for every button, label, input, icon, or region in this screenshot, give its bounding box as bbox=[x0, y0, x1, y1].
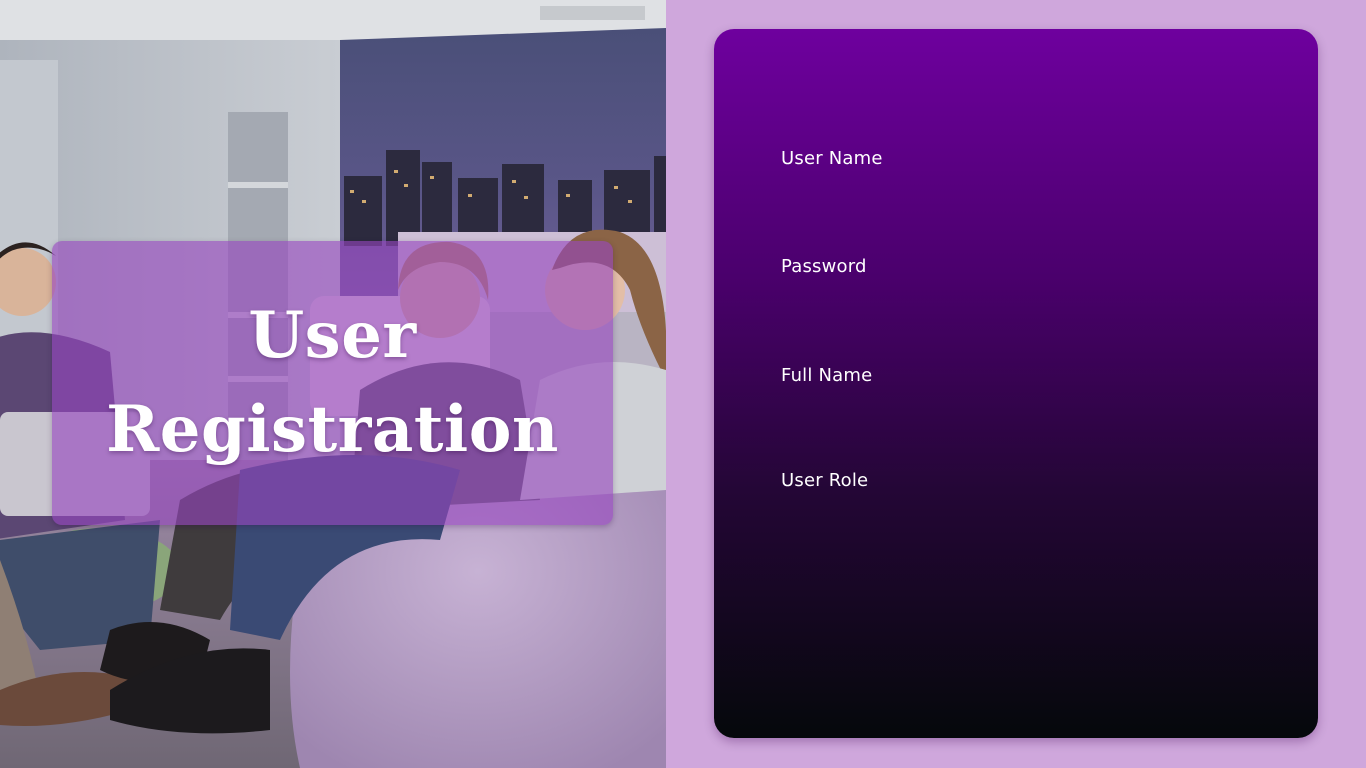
registration-page: User Registration User Name Password Ful… bbox=[0, 0, 1366, 768]
fullname-label: Full Name bbox=[781, 365, 873, 386]
title-card: User Registration bbox=[52, 241, 613, 525]
fullname-field-group: Full Name bbox=[781, 365, 1261, 428]
username-label: User Name bbox=[781, 148, 883, 169]
userrole-label: User Role bbox=[781, 470, 869, 491]
password-input[interactable] bbox=[781, 285, 1261, 319]
username-input[interactable] bbox=[781, 177, 1261, 211]
password-field-group: Password bbox=[781, 256, 1261, 319]
hero-photo: User Registration bbox=[0, 0, 666, 768]
registration-form: User Name Password Full Name User Role bbox=[714, 29, 1318, 738]
page-title-line-2: Registration bbox=[106, 392, 559, 467]
fullname-input[interactable] bbox=[781, 394, 1261, 428]
username-field-group: User Name bbox=[781, 148, 1261, 211]
page-title: User Registration bbox=[106, 289, 559, 477]
userrole-input[interactable] bbox=[781, 499, 1261, 533]
password-label: Password bbox=[781, 256, 867, 277]
userrole-field-group: User Role bbox=[781, 470, 1261, 533]
page-title-line-1: User bbox=[248, 298, 417, 373]
